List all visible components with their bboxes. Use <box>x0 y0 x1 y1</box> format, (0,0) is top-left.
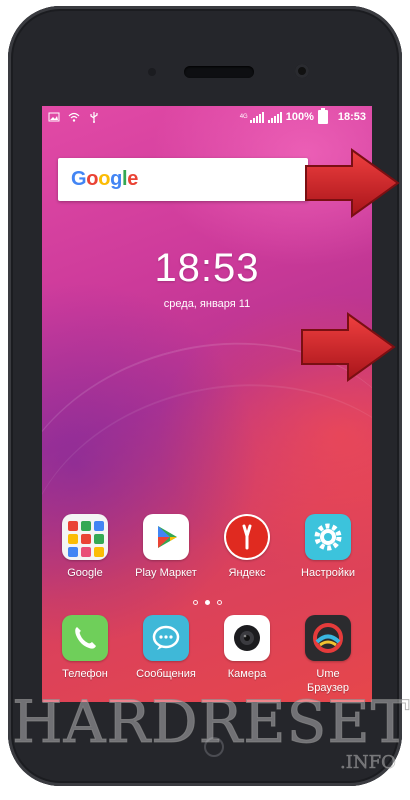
red-arrow-power-icon <box>301 312 396 382</box>
app-label: Яндекс <box>228 567 266 579</box>
wifi-notification-icon <box>68 112 80 122</box>
messages-icon <box>143 615 189 661</box>
page-indicator <box>42 600 372 605</box>
play-store-icon <box>143 514 189 560</box>
app-label: Камера <box>227 668 267 680</box>
clock-widget-date: среда, января 11 <box>163 298 251 310</box>
signal-strength-icon-2 <box>267 111 282 123</box>
app-label: Телефон <box>62 668 108 680</box>
phone-icon <box>62 615 108 661</box>
front-camera <box>295 64 309 78</box>
app-messages[interactable]: Сообщения <box>128 615 204 681</box>
camera-icon <box>224 615 270 661</box>
status-bar: 4G 100% 18:53 <box>42 106 372 128</box>
settings-icon <box>305 514 351 560</box>
status-time: 18:53 <box>337 111 366 123</box>
signal-strength-icon <box>249 111 264 123</box>
battery-percent: 100% <box>285 111 314 123</box>
google-folder-icon <box>62 514 108 560</box>
proximity-sensor <box>148 68 156 76</box>
yandex-icon <box>224 514 270 560</box>
watermark: HARDRESET <box>11 688 410 757</box>
usb-icon <box>90 112 98 123</box>
app-label: Google <box>67 567 103 579</box>
app-label: Настройки <box>301 567 355 579</box>
battery-icon <box>317 108 328 124</box>
page-dot[interactable] <box>192 600 198 605</box>
ume-browser-icon <box>305 615 351 661</box>
app-play-store[interactable]: Play Маркет <box>128 514 204 580</box>
earpiece-speaker <box>184 66 254 78</box>
app-camera[interactable]: Камера <box>209 615 285 681</box>
network-type: 4G <box>239 114 248 120</box>
app-phone[interactable]: Телефон <box>47 615 123 681</box>
app-label: Play Маркет <box>135 567 197 579</box>
clock-widget-time[interactable]: 18:53 <box>42 246 372 291</box>
app-yandex[interactable]: Яндекс <box>209 514 285 580</box>
app-ume-browser[interactable]: Ume Браузер <box>290 615 366 695</box>
red-arrow-volume-up-icon <box>305 148 400 218</box>
watermark-suffix: .INFO <box>340 752 396 774</box>
app-label: Сообщения <box>136 668 196 680</box>
google-logo: Google <box>71 168 139 190</box>
page-dot[interactable] <box>216 600 222 605</box>
image-notification-icon <box>48 112 60 122</box>
app-settings[interactable]: Настройки <box>290 514 366 580</box>
page-dot-active[interactable] <box>204 600 210 605</box>
app-google-folder[interactable]: Google <box>47 514 123 580</box>
google-search-bar[interactable]: Google <box>58 158 308 201</box>
